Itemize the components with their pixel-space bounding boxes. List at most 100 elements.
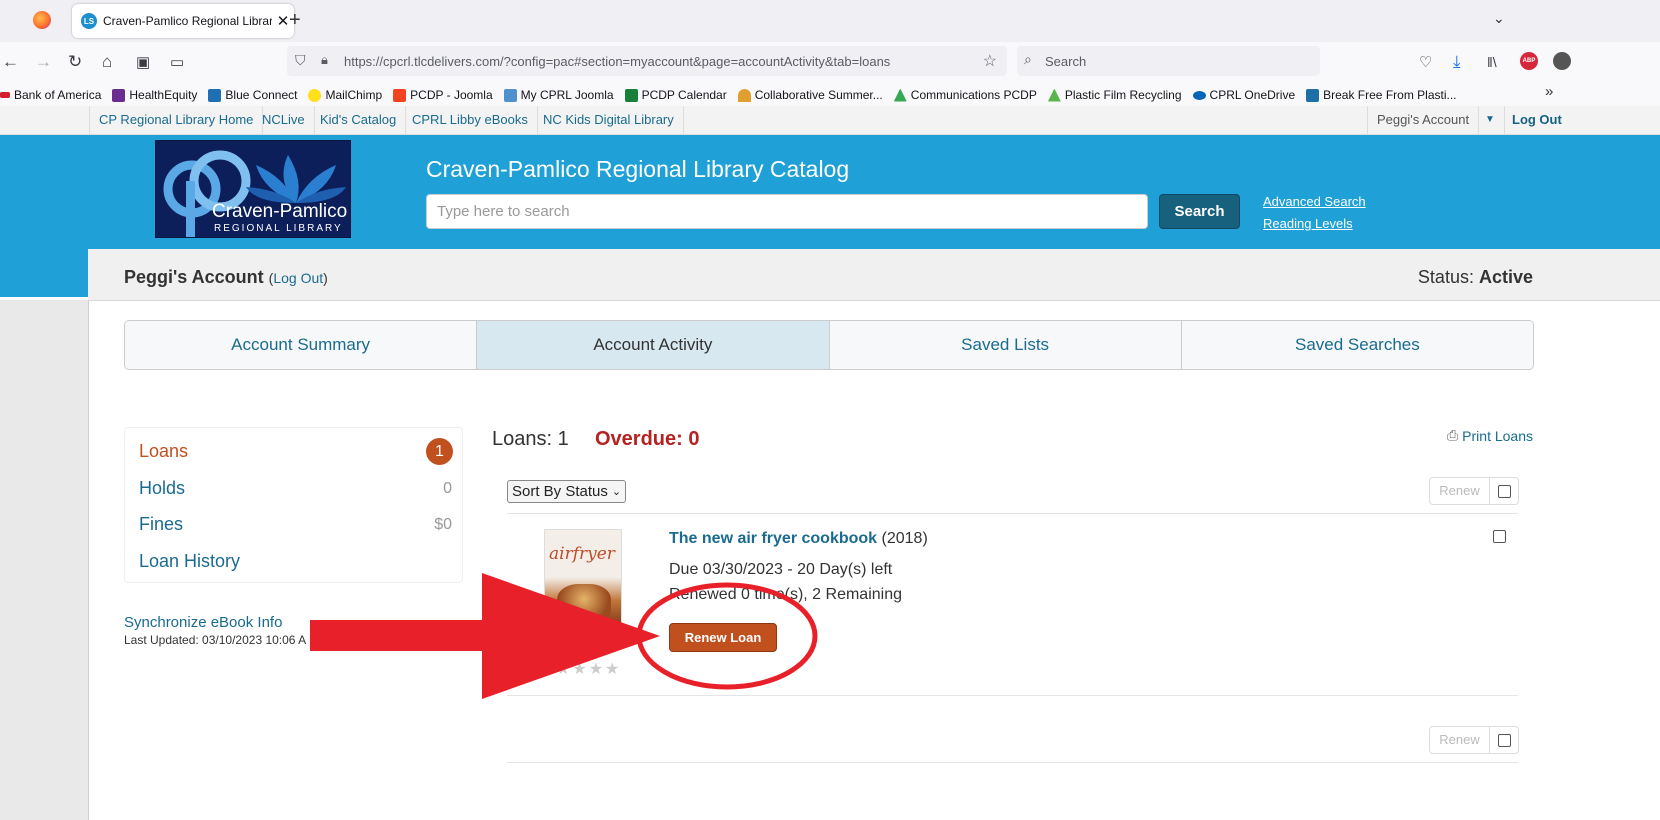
bookmark-item[interactable]: PCDP - Joomla (393, 88, 493, 102)
select-all-checkbox[interactable] (1497, 484, 1511, 498)
bookmark-item[interactable]: PCDP Calendar (624, 88, 727, 102)
bookmarks-bar: Bank of America HealthEquity Blue Connec… (0, 84, 1660, 106)
renew-loan-button[interactable]: Renew Loan (669, 623, 777, 652)
tab-account-summary[interactable]: Account Summary (125, 321, 478, 369)
renewals-text: Renewed 0 time(s), 2 Remaining (669, 586, 902, 603)
divider (507, 762, 1518, 763)
sort-select[interactable]: Sort By Status ⌄ (507, 480, 627, 503)
divider (507, 513, 1518, 514)
renew-selected-button[interactable]: Renew (1430, 478, 1490, 504)
printer-icon: ⎙ (1446, 427, 1459, 443)
bookmark-item[interactable]: CPRL OneDrive (1192, 88, 1295, 102)
renew-selected-button[interactable]: Renew (1430, 727, 1490, 753)
book-year: (2018) (881, 530, 928, 547)
tab-saved-lists[interactable]: Saved Lists (829, 321, 1182, 369)
divider (507, 695, 1518, 696)
forward-icon[interactable]: → (35, 52, 52, 72)
sync-ebook-link[interactable]: Synchronize eBook Info (124, 614, 282, 631)
account-tabs: Account Summary Account Activity Saved L… (124, 320, 1534, 370)
bookmark-item[interactable]: Break Free From Plasti... (1306, 88, 1457, 102)
reader-view-icon[interactable]: ▭ (170, 53, 184, 71)
print-loans-label: Print Loans (1462, 427, 1533, 444)
print-icon[interactable]: ▣ (136, 53, 150, 71)
lock-icon[interactable]: 🔒︎ (321, 52, 328, 68)
sidebar-item-fines[interactable]: Fines (139, 514, 183, 535)
site-favicon-icon: LS (81, 13, 97, 29)
bookmark-item[interactable]: Collaborative Summer... (737, 88, 883, 102)
bookmark-item[interactable]: HealthEquity (112, 88, 197, 102)
tab-list-chevron-icon[interactable]: ⌄ (1493, 10, 1505, 27)
logout-link[interactable]: Log Out (1503, 106, 1571, 134)
book-title-link[interactable]: The new air fryer cookbook (669, 530, 877, 547)
downloads-icon[interactable]: ⤓ (1453, 52, 1461, 72)
bookmark-item[interactable]: MailChimp (308, 88, 382, 102)
reload-icon[interactable]: ↻ (68, 52, 82, 72)
browser-search-placeholder: Search (1045, 53, 1087, 69)
library-logo[interactable]: Craven-Pamlico REGIONAL LIBRARY (155, 140, 351, 238)
top-link[interactable]: CP Regional Library Home (89, 106, 264, 134)
loan-item-checkbox[interactable] (1493, 530, 1506, 543)
star-icon[interactable]: ★ (589, 661, 605, 678)
advanced-search-link[interactable]: Advanced Search (1263, 194, 1366, 209)
adblock-icon[interactable]: ABP (1520, 52, 1538, 70)
firefox-icon[interactable] (33, 11, 51, 29)
bookmark-item[interactable]: Blue Connect (208, 88, 297, 102)
address-bar[interactable]: ⛉ 🔒︎ https://cpcrl.tlcdelivers.com/?conf… (287, 46, 1007, 76)
star-icon[interactable]: ★ (605, 661, 621, 678)
library-icon[interactable]: ‖\ (1487, 54, 1497, 70)
fines-amount: $0 (434, 516, 452, 533)
page-gutter (0, 300, 88, 820)
print-loans-link[interactable]: ⎙ Print Loans (1447, 427, 1533, 444)
catalog-search-input[interactable]: Type here to search (426, 194, 1148, 229)
bookmark-item[interactable]: My CPRL Joomla (503, 88, 614, 102)
bookmark-item[interactable]: Plastic Film Recycling (1047, 88, 1182, 102)
account-dropdown-icon[interactable]: ▼ (1476, 106, 1505, 134)
tab-saved-searches[interactable]: Saved Searches (1181, 321, 1533, 369)
back-icon[interactable]: ← (2, 52, 19, 72)
loan-item-title: The new air fryer cookbook (2018) (669, 530, 928, 548)
sidebar-item-holds[interactable]: Holds (139, 478, 185, 499)
logo-subtext: REGIONAL LIBRARY (214, 223, 343, 234)
cover-title: airfryer (549, 544, 615, 564)
top-link[interactable]: Kid's Catalog (311, 106, 407, 134)
bookmark-item[interactable]: Communications PCDP (893, 88, 1037, 102)
account-logout-link[interactable]: Log Out (273, 270, 323, 286)
bookmarks-overflow-icon[interactable]: » (1545, 83, 1553, 100)
chevron-down-icon: ⌄ (611, 486, 622, 498)
status-value: Active (1478, 267, 1533, 287)
tab-account-activity[interactable]: Account Activity (477, 321, 830, 369)
pocket-icon[interactable]: ♡ (1419, 53, 1432, 71)
star-icon[interactable]: ★ (572, 661, 588, 678)
bulk-renew-group-bottom: Renew (1429, 726, 1519, 754)
top-link[interactable]: CPRL Libby eBooks (403, 106, 538, 134)
extension-icon[interactable] (1553, 52, 1571, 70)
rating-stars[interactable]: ★★★★ (556, 659, 621, 679)
select-all-checkbox[interactable] (1497, 733, 1511, 747)
browser-tab-bar: LS Craven-Pamlico Regional Librar ✕ + ⌄ (0, 0, 1660, 42)
bookmark-item[interactable]: Bank of America (0, 88, 101, 102)
top-link[interactable]: NCLive (253, 106, 315, 134)
due-date-text: Due 03/30/2023 - 20 Day(s) left (669, 561, 893, 578)
sidebar-item-loans[interactable]: Loans (139, 441, 188, 462)
site-top-links: CP Regional Library Home NCLive Kid's Ca… (0, 106, 1660, 135)
browser-tab[interactable]: LS Craven-Pamlico Regional Librar ✕ (72, 4, 294, 38)
search-button[interactable]: Search (1159, 194, 1240, 229)
star-icon[interactable]: ★ (556, 661, 572, 678)
bookmark-star-icon[interactable]: ☆ (983, 51, 997, 71)
top-link[interactable]: NC Kids Digital Library (534, 106, 684, 134)
status-label: Status: (1417, 267, 1474, 287)
browser-search-field[interactable]: ⌕ Search (1017, 46, 1320, 76)
sidebar-item-loan-history[interactable]: Loan History (139, 551, 240, 572)
bookmark-favicon-icon (624, 88, 638, 102)
book-cover-image[interactable]: airfryer (544, 529, 622, 647)
account-name: Peggi's Account (Log Out) (124, 267, 328, 287)
home-icon[interactable]: ⌂ (102, 52, 112, 72)
loans-count-badge: 1 (426, 438, 453, 465)
new-tab-icon[interactable]: + (289, 9, 301, 32)
tab-title: Craven-Pamlico Regional Librar (103, 14, 272, 28)
reading-levels-link[interactable]: Reading Levels (1263, 216, 1353, 231)
shield-icon[interactable]: ⛉ (295, 52, 306, 69)
account-menu-link[interactable]: Peggi's Account (1367, 106, 1480, 134)
bulk-renew-group-top: Renew (1429, 477, 1519, 505)
bookmark-favicon-icon (737, 88, 751, 102)
